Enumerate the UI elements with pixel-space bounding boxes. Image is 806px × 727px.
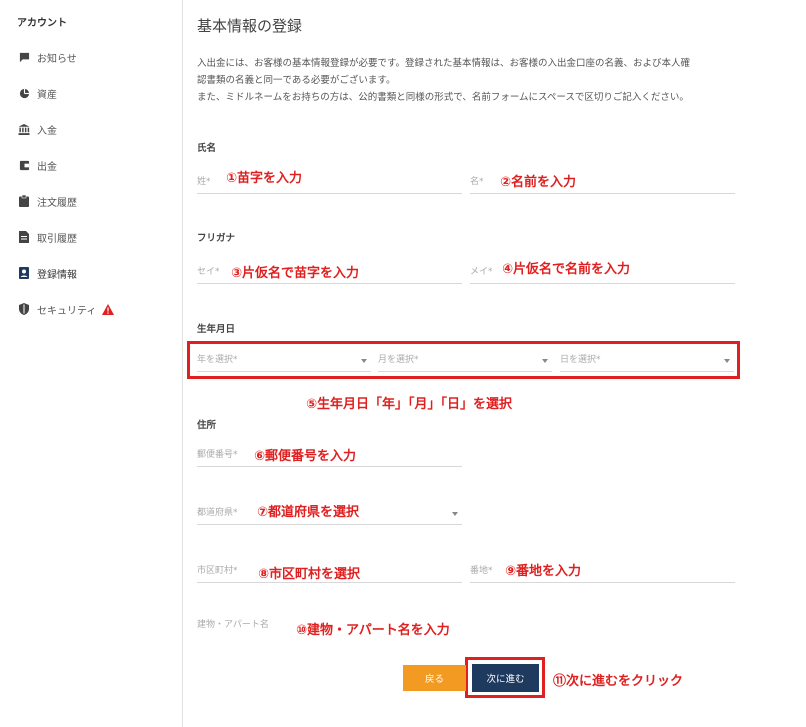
annotation-city: ⑧市区町村を選択 — [258, 567, 361, 582]
required-mark: * — [479, 177, 484, 187]
annotation-last-name: ①苗字を入力 — [226, 171, 303, 186]
sidebar-item-security[interactable]: セキュリティ — [17, 300, 115, 318]
sidebar-item-deposit[interactable]: 入金 — [17, 120, 57, 138]
required-mark: * — [488, 566, 493, 576]
required-mark: * — [233, 450, 238, 460]
annotation-first-name: ②名前を入力 — [500, 175, 577, 190]
sidebar-item-label: 資産 — [37, 89, 57, 101]
sidebar-item-trade-history[interactable]: 取引履歴 — [17, 228, 77, 246]
name-section-label: 氏名 — [197, 143, 217, 154]
building-input[interactable]: 建物・アパート名 — [197, 612, 735, 636]
last-name-kana-label: セイ — [197, 267, 216, 277]
annotation-birth-date: ⑤生年月日「年」「月」「日」を選択 — [306, 397, 513, 412]
page-title: 基本情報の登録 — [197, 17, 303, 35]
annotation-first-name-kana: ④片仮名で名前を入力 — [502, 262, 631, 277]
sidebar-item-label: セキュリティ — [37, 305, 97, 317]
sidebar-item-label: 入金 — [37, 125, 57, 137]
pie-chart-icon — [17, 88, 31, 99]
birth-section-label: 生年月日 — [197, 324, 236, 335]
required-mark: * — [488, 267, 493, 277]
prefecture-label: 都道府県 — [197, 508, 234, 518]
sidebar-item-withdraw[interactable]: 出金 — [17, 156, 57, 174]
page-description: 入出金には、お客様の基本情報登録が必要です。登録された基本情報は、お客様の入出金… — [197, 55, 752, 106]
birth-highlight-box — [187, 341, 740, 379]
sidebar: アカウント お知らせ 資産 入金 出金 注文履歴 取引履歴 登録情報 セキュリテ… — [0, 0, 183, 727]
annotation-last-name-kana: ③片仮名で苗字を入力 — [231, 266, 360, 281]
building-label: 建物・アパート名 — [197, 620, 269, 630]
bank-icon — [17, 123, 31, 135]
sidebar-item-label: 出金 — [37, 161, 57, 173]
street-label: 番地 — [470, 566, 489, 576]
sidebar-item-label: 登録情報 — [37, 269, 77, 281]
required-mark: * — [215, 267, 220, 277]
required-mark: * — [206, 177, 211, 187]
first-name-label: 名 — [470, 177, 480, 187]
first-name-kana-label: メイ — [470, 267, 489, 277]
sidebar-item-label: 取引履歴 — [37, 233, 77, 245]
back-button[interactable]: 戻る — [403, 665, 466, 691]
annotation-next-click: ⑪次に進むをクリック — [553, 674, 684, 689]
wallet-icon — [17, 160, 31, 171]
annotation-building: ⑩建物・アパート名を入力 — [296, 623, 450, 638]
sidebar-title: アカウント — [17, 18, 67, 29]
required-mark: * — [233, 566, 238, 576]
description-line: 入出金には、お客様の基本情報登録が必要です。登録された基本情報は、お客様の入出金… — [197, 58, 691, 69]
last-name-label: 姓 — [197, 177, 207, 187]
address-section-label: 住所 — [197, 420, 217, 431]
kana-section-label: フリガナ — [197, 233, 236, 244]
annotation-prefecture: ⑦都道府県を選択 — [257, 505, 360, 520]
chevron-down-icon — [452, 512, 458, 516]
sidebar-item-order-history[interactable]: 注文履歴 — [17, 192, 77, 210]
next-button[interactable]: 次に進む — [472, 664, 539, 692]
annotation-postal-code: ⑥郵便番号を入力 — [254, 449, 357, 464]
description-line: 認書類の名義と同一である必要がございます。 — [197, 75, 396, 86]
annotation-street: ⑨番地を入力 — [505, 564, 582, 579]
sidebar-item-registration[interactable]: 登録情報 — [17, 264, 77, 282]
required-mark: * — [233, 508, 238, 518]
shield-icon — [17, 303, 31, 315]
user-badge-icon — [17, 267, 31, 279]
warning-icon — [102, 303, 115, 315]
clipboard-icon — [17, 195, 31, 207]
message-icon — [17, 52, 31, 63]
document-icon — [17, 231, 31, 243]
sidebar-item-label: 注文履歴 — [37, 197, 77, 209]
sidebar-item-label: お知らせ — [37, 53, 77, 65]
description-line: また、ミドルネームをお持ちの方は、公的書類と同様の形式で、名前フォームにスペース… — [197, 92, 689, 103]
postal-code-label: 郵便番号 — [197, 450, 234, 460]
sidebar-item-notifications[interactable]: お知らせ — [17, 48, 77, 66]
sidebar-item-assets[interactable]: 資産 — [17, 84, 57, 102]
city-label: 市区町村 — [197, 566, 234, 576]
